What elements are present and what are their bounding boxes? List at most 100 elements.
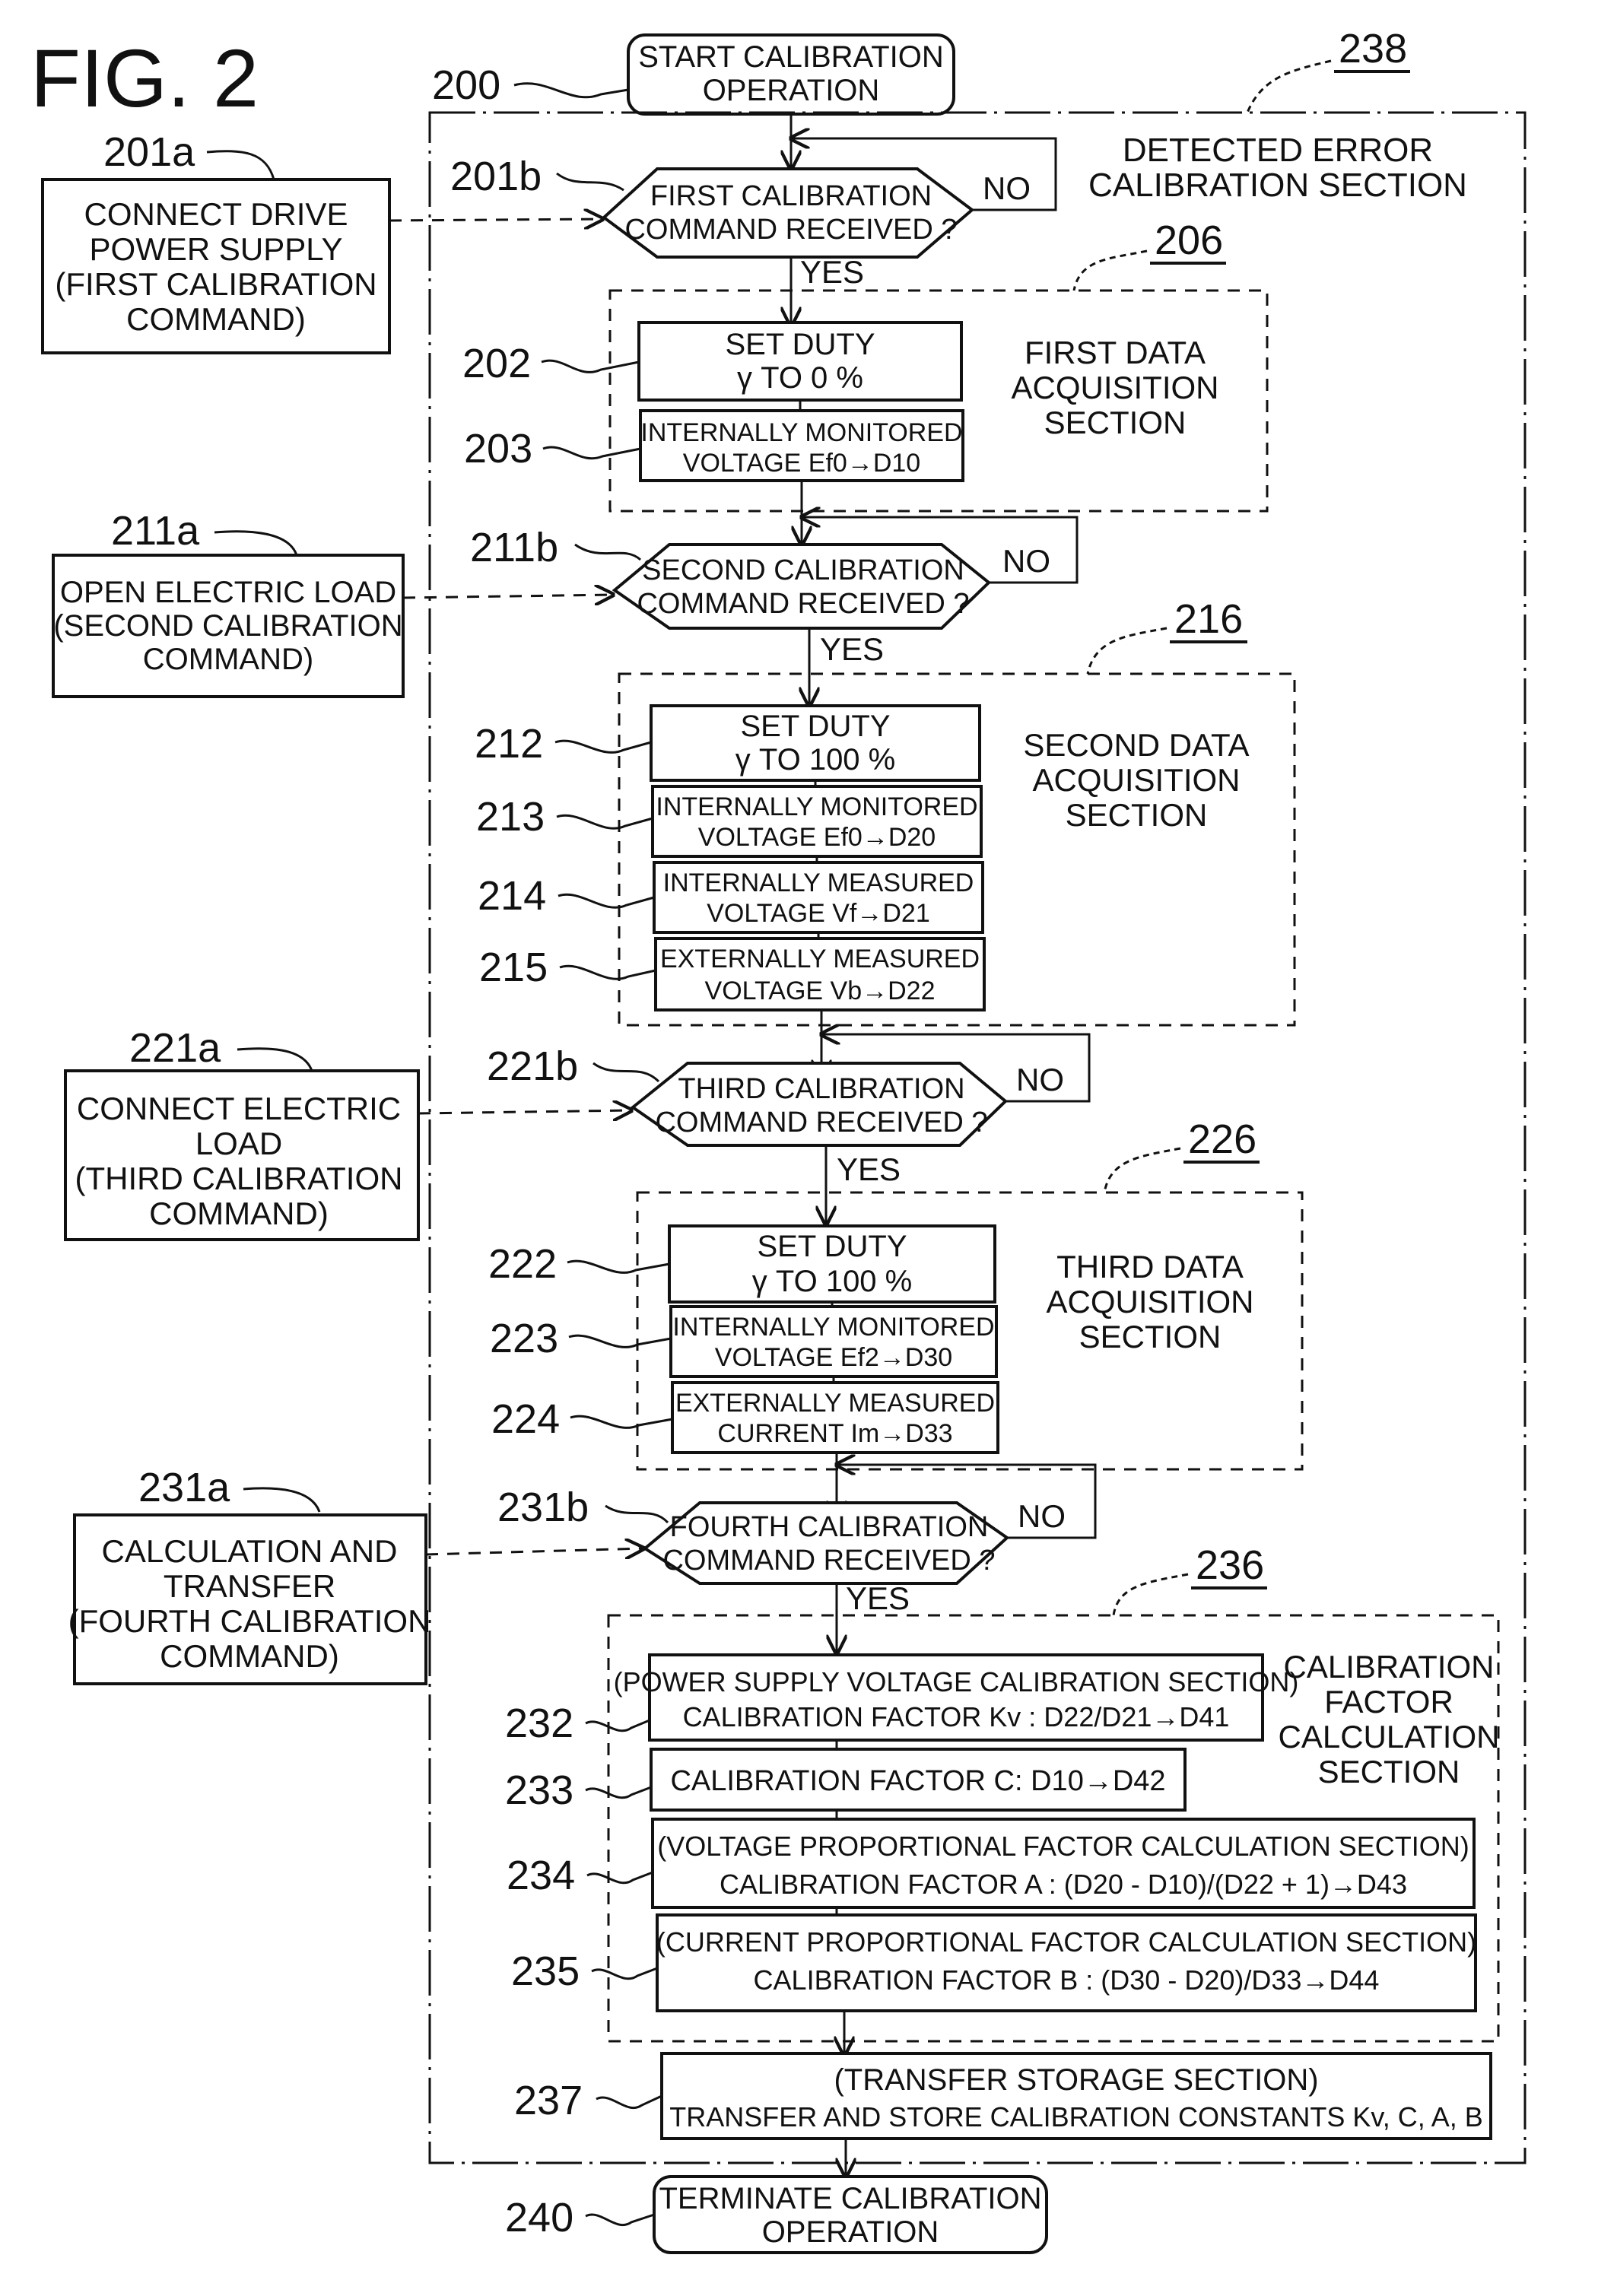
step-202-line-2: γ TO 0 % [737, 361, 863, 395]
leader-231b [605, 1504, 669, 1524]
start-line-1: START CALIBRATION [638, 40, 944, 74]
step-202-line-1: SET DUTY [725, 328, 875, 361]
step-235-line-2: CALIBRATION FACTOR B : (D30 - D20)/D33→D… [754, 1964, 1380, 1996]
step-box-235: (CURRENT PROPORTIONAL FACTOR CALCULATION… [656, 1913, 1477, 2012]
ref-212: 212 [475, 721, 543, 767]
ref-222: 222 [488, 1241, 557, 1287]
leader-212 [554, 739, 652, 754]
decision-221b-line-2: COMMAND RECEIVED ? [655, 1107, 987, 1138]
leader-224 [570, 1415, 673, 1429]
step-214-line-1: INTERNALLY MEASURED [663, 869, 974, 897]
leader-221b [592, 1062, 660, 1083]
step-223-line-2: VOLTAGE Ef2→D30 [715, 1343, 952, 1372]
outer-section-line-1: DETECTED ERROR [1123, 132, 1433, 169]
step-box-212: SET DUTY γ TO 100 % [650, 704, 981, 782]
leader-235 [591, 1967, 658, 1980]
decision-231b-line-2: COMMAND RECEIVED ? [662, 1545, 995, 1577]
leader-200 [513, 82, 629, 99]
section-226-line-1: THIRD DATA [1056, 1249, 1244, 1285]
ref-211a: 211a [111, 508, 200, 554]
ref-214: 214 [478, 873, 546, 919]
step-box-223: INTERNALLY MONITORED VOLTAGE Ef2→D30 [669, 1305, 998, 1378]
ref-236: 236 [1196, 1542, 1264, 1588]
decision-231b-line-1: FOURTH CALIBRATION [670, 1511, 989, 1543]
section-236-line-4: SECTION [1318, 1754, 1460, 1789]
command-221a-line-4: COMMAND) [149, 1196, 329, 1231]
step-box-233: CALIBRATION FACTOR C: D10→D42 [650, 1748, 1187, 1812]
command-arrow-221a [418, 1110, 631, 1113]
command-231a-line-4: COMMAND) [160, 1638, 339, 1674]
step-214-line-2: VOLTAGE Vf→D21 [707, 899, 930, 928]
command-arrow-211a [402, 595, 613, 598]
end-terminal: TERMINATE CALIBRATION OPERATION [653, 2175, 1048, 2254]
flowchart-diagram: FIG. 2 START CALIBRATION OPERATION 200 2… [30, 26, 1527, 2254]
command-box-221a: CONNECT ELECTRIC LOAD (THIRD CALIBRATION… [64, 1069, 420, 1241]
leader-236 [1112, 1573, 1189, 1616]
ref-213: 213 [476, 794, 545, 840]
command-box-201a: CONNECT DRIVE POWER SUPPLY (FIRST CALIBR… [41, 178, 391, 354]
section-216-line-3: SECTION [1066, 797, 1208, 833]
step-203-line-1: INTERNALLY MONITORED [640, 418, 962, 447]
step-213-line-1: INTERNALLY MONITORED [656, 792, 977, 821]
leader-203 [542, 446, 641, 460]
step-234-line-1: (VOLTAGE PROPORTIONAL FACTOR CALCULATION… [657, 1831, 1469, 1862]
section-236-line-1: CALIBRATION [1284, 1649, 1495, 1685]
section-206-line-3: SECTION [1044, 405, 1187, 440]
no-label-211b: NO [1002, 543, 1050, 579]
step-212-line-1: SET DUTY [740, 710, 890, 743]
outer-section-line-2: CALIBRATION SECTION [1088, 167, 1467, 204]
end-line-2: OPERATION [762, 2215, 939, 2249]
leader-233 [585, 1786, 652, 1799]
figure-title: FIG. 2 [30, 32, 259, 124]
yes-label-231b: YES [846, 1580, 910, 1616]
command-231a-line-2: TRANSFER [164, 1568, 335, 1604]
ref-211b: 211b [470, 525, 558, 570]
command-211a-line-1: OPEN ELECTRIC LOAD [60, 576, 396, 609]
step-box-234: (VOLTAGE PROPORTIONAL FACTOR CALCULATION… [651, 1818, 1476, 1909]
section-206-line-1: FIRST DATA [1025, 335, 1206, 370]
leader-226 [1103, 1147, 1181, 1193]
step-box-232: (POWER SUPPLY VOLTAGE CALIBRATION SECTIO… [614, 1653, 1298, 1742]
leader-211a [214, 530, 298, 556]
step-222-line-2: γ TO 100 % [752, 1265, 912, 1298]
leader-238 [1246, 59, 1332, 113]
start-terminal: START CALIBRATION OPERATION [627, 33, 955, 116]
decision-231b: FOURTH CALIBRATION COMMAND RECEIVED ? [642, 1501, 1010, 1585]
leader-222 [567, 1259, 670, 1274]
leader-221a [237, 1047, 313, 1072]
section-226-line-3: SECTION [1079, 1319, 1222, 1354]
section-236-line-2: FACTOR [1324, 1684, 1453, 1720]
command-211a-line-2: (SECOND CALIBRATION [53, 609, 402, 643]
step-234-line-2: CALIBRATION FACTOR A : (D20 - D10)/(D22 … [720, 1869, 1407, 1900]
command-231a-line-1: CALCULATION AND [102, 1533, 398, 1569]
transfer-line-1: (TRANSFER STORAGE SECTION) [834, 2063, 1318, 2097]
ref-233: 233 [505, 1767, 573, 1813]
ref-206: 206 [1155, 218, 1223, 263]
step-224-line-2: CURRENT Im→D33 [717, 1419, 952, 1448]
ref-234: 234 [507, 1853, 575, 1898]
ref-221b: 221b [487, 1043, 578, 1089]
leader-215 [559, 964, 656, 980]
command-arrow-201a [389, 219, 602, 221]
step-223-line-1: INTERNALLY MONITORED [672, 1313, 994, 1342]
no-label-221b: NO [1016, 1062, 1064, 1097]
ref-202: 202 [462, 341, 531, 386]
decision-211b-line-2: COMMAND RECEIVED ? [637, 588, 969, 620]
step-215-line-1: EXTERNALLY MEASURED [660, 945, 980, 973]
decision-201b-line-2: COMMAND RECEIVED ? [624, 214, 957, 246]
command-201a-line-2: POWER SUPPLY [90, 231, 343, 267]
leader-214 [558, 893, 655, 909]
ref-201b: 201b [450, 154, 542, 199]
yes-label-221b: YES [837, 1151, 901, 1187]
decision-221b: THIRD CALIBRATION COMMAND RECEIVED ? [630, 1062, 1008, 1147]
ref-223: 223 [490, 1316, 558, 1361]
end-line-1: TERMINATE CALIBRATION [659, 2182, 1041, 2215]
command-201a-line-1: CONNECT DRIVE [84, 196, 348, 232]
command-box-211a: OPEN ELECTRIC LOAD (SECOND CALIBRATION C… [52, 554, 405, 698]
ref-238: 238 [1339, 26, 1407, 71]
step-box-224: EXTERNALLY MEASURED CURRENT Im→D33 [671, 1381, 999, 1454]
no-label-231b: NO [1018, 1498, 1066, 1534]
leader-234 [586, 1871, 653, 1885]
yes-label-201b: YES [800, 254, 864, 290]
step-222-line-1: SET DUTY [757, 1230, 907, 1263]
